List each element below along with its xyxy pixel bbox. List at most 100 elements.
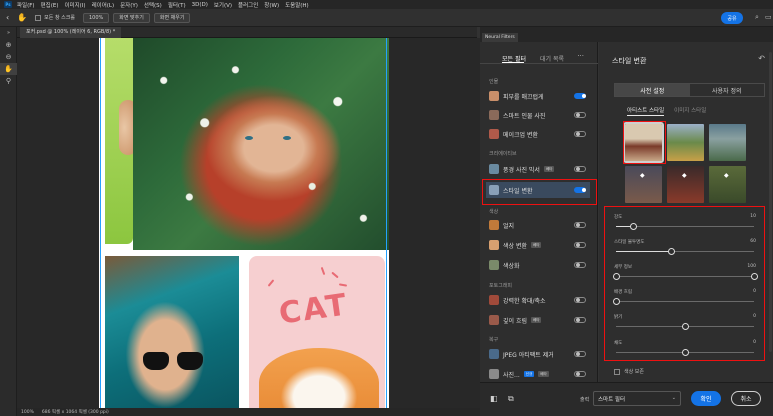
slider-knob-end[interactable] <box>751 273 758 280</box>
fill-screen-button[interactable]: 화면 채우기 <box>153 12 191 23</box>
filter-toggle[interactable] <box>574 297 586 303</box>
zoom-in-icon[interactable]: ⊕ <box>0 39 17 51</box>
style-thumbnail[interactable]: ◆ <box>625 166 662 203</box>
filter-label: 강력한 확대/축소 <box>503 297 546 305</box>
filter-item[interactable]: 풍경 사진 믹서 베타 <box>486 161 590 177</box>
back-icon[interactable]: ‹ <box>6 13 9 22</box>
filter-toggle[interactable] <box>574 242 586 248</box>
slider-track[interactable] <box>616 223 754 230</box>
filter-toggle[interactable] <box>574 187 586 193</box>
tab-wait-list[interactable]: 대기 목록 <box>540 54 564 63</box>
filter-item[interactable]: 깊이 흐림 베타 <box>486 312 590 328</box>
section-restoration: 복구 <box>489 337 499 343</box>
filter-toggle[interactable] <box>574 222 586 228</box>
filter-item[interactable]: 피부를 매끄럽게 <box>486 88 590 104</box>
filter-toggle[interactable] <box>574 112 586 118</box>
filter-item[interactable]: 메이크업 변환 <box>486 126 590 142</box>
slider-knob[interactable] <box>682 349 689 356</box>
output-select[interactable]: 스마트 필터 ⌄ <box>593 391 681 406</box>
filter-item[interactable]: JPEG 아티팩트 제거 <box>486 346 590 362</box>
slider-track[interactable] <box>616 323 754 330</box>
menu-view[interactable]: 보기(V) <box>214 1 232 9</box>
zoom-100-button[interactable]: 100% <box>82 12 110 23</box>
menu-image[interactable]: 이미지(I) <box>64 1 85 9</box>
beta-badge: 베타 <box>538 371 549 377</box>
tab-image-styles[interactable]: 이미지 스타일 <box>674 106 706 116</box>
settings-scrollbar[interactable] <box>769 52 772 352</box>
layer-preview-icon[interactable]: ⧉ <box>508 394 514 404</box>
menu-select[interactable]: 선택(S) <box>144 1 162 9</box>
filter-toggle[interactable] <box>574 351 586 357</box>
filter-item[interactable]: 사진... 신규 베타 <box>486 366 590 382</box>
menu-window[interactable]: 창(W) <box>264 1 279 9</box>
filter-item[interactable]: 스마트 인물 사진 <box>486 107 590 123</box>
cancel-button[interactable]: 취소 <box>731 391 761 406</box>
zoom-tool-icon[interactable]: ⚲ <box>0 75 17 87</box>
menu-layer[interactable]: 레이어(L) <box>92 1 115 9</box>
filter-toggle[interactable] <box>574 371 586 377</box>
slider-track[interactable] <box>613 298 754 305</box>
filter-toggle[interactable] <box>574 317 586 323</box>
style-thumbnail[interactable] <box>709 124 746 161</box>
hand-tool-icon[interactable]: ✋ <box>17 13 27 22</box>
document-tab[interactable]: 포커.psd @ 100% (레이어 6, RGB/8) * <box>20 27 122 38</box>
filter-toggle[interactable] <box>574 262 586 268</box>
slider-brightness[interactable]: 밝기 0 <box>614 314 756 332</box>
slider-background-blur[interactable]: 배경 흐림 0 <box>613 289 756 307</box>
slider-knob[interactable] <box>613 298 620 305</box>
style-thumbnail[interactable] <box>667 124 704 161</box>
preserve-color-option[interactable]: 색상 보존 <box>614 368 644 375</box>
seg-custom[interactable]: 사용자 정의 <box>690 84 765 96</box>
slider-style-opacity[interactable]: 스타일 불투명도 60 <box>614 239 756 257</box>
slider-track[interactable] <box>616 248 754 255</box>
filter-toggle[interactable] <box>574 131 586 137</box>
filter-toggle[interactable] <box>574 166 586 172</box>
scroll-all-checkbox[interactable] <box>35 14 42 21</box>
collapse-icon[interactable]: » <box>0 27 17 39</box>
neural-filters-tab[interactable]: Neural Filters <box>482 33 518 42</box>
filter-toggle[interactable] <box>574 93 586 99</box>
slider-knob[interactable] <box>629 223 637 230</box>
canvas-area[interactable]: CAT <box>17 38 480 408</box>
menu-help[interactable]: 도움말(H) <box>285 1 309 9</box>
filter-item[interactable]: 강력한 확대/축소 <box>486 292 590 308</box>
tab-artist-styles[interactable]: 아티스트 스타일 <box>627 106 665 116</box>
reset-icon[interactable]: ↶ <box>758 54 765 63</box>
seg-presets[interactable]: 사전 설정 <box>615 84 690 96</box>
portrait-photo-teal-hair <box>105 256 239 408</box>
slider-knob[interactable] <box>613 273 620 280</box>
menu-edit[interactable]: 편집(E) <box>41 1 59 9</box>
style-thumbnail[interactable]: ◆ <box>709 166 746 203</box>
scroll-all-windows[interactable]: 모든 창 스크롤 <box>35 14 75 21</box>
filter-item-style-transfer[interactable]: 스타일 변환 <box>486 182 590 198</box>
slider-strength[interactable]: 강도 10 <box>614 214 756 232</box>
fit-screen-button[interactable]: 화면 맞추기 <box>113 12 150 23</box>
ok-button[interactable]: 확인 <box>691 391 721 406</box>
status-zoom[interactable]: 100% <box>21 410 34 415</box>
menu-3d[interactable]: 3D(D) <box>192 2 208 8</box>
slider-knob[interactable] <box>682 323 689 330</box>
filter-item[interactable]: 색상화 <box>486 257 590 273</box>
search-icon[interactable]: ⌕ <box>755 13 759 22</box>
share-button[interactable]: 공유 <box>721 12 743 24</box>
hand-tool-icon[interactable]: ✋ <box>0 63 17 75</box>
slider-knob[interactable] <box>668 248 676 255</box>
beta-badge: 베타 <box>543 166 555 172</box>
menu-file[interactable]: 파일(F) <box>17 1 35 9</box>
slider-track[interactable] <box>613 273 758 280</box>
preserve-color-checkbox[interactable] <box>614 368 620 375</box>
more-options-icon[interactable]: ··· <box>577 52 584 60</box>
workspace-icon[interactable]: ▭ <box>765 13 772 21</box>
before-after-icon[interactable]: ◧ <box>490 394 498 403</box>
style-thumbnail[interactable] <box>623 122 664 163</box>
slider-saturation[interactable]: 채도 0 <box>614 340 756 358</box>
style-thumbnail[interactable]: ◆ <box>667 166 704 203</box>
zoom-out-icon[interactable]: ⊖ <box>0 51 17 63</box>
slider-track[interactable] <box>616 349 754 356</box>
filter-item[interactable]: 색상 변환 베타 <box>486 237 590 253</box>
slider-detail[interactable]: 세부 정보 100 <box>613 264 758 282</box>
menu-plugins[interactable]: 플러그인 <box>238 1 258 9</box>
filter-item[interactable]: 얼지 <box>486 217 590 233</box>
menu-filter[interactable]: 필터(T) <box>168 1 186 9</box>
menu-type[interactable]: 문자(Y) <box>120 1 138 9</box>
